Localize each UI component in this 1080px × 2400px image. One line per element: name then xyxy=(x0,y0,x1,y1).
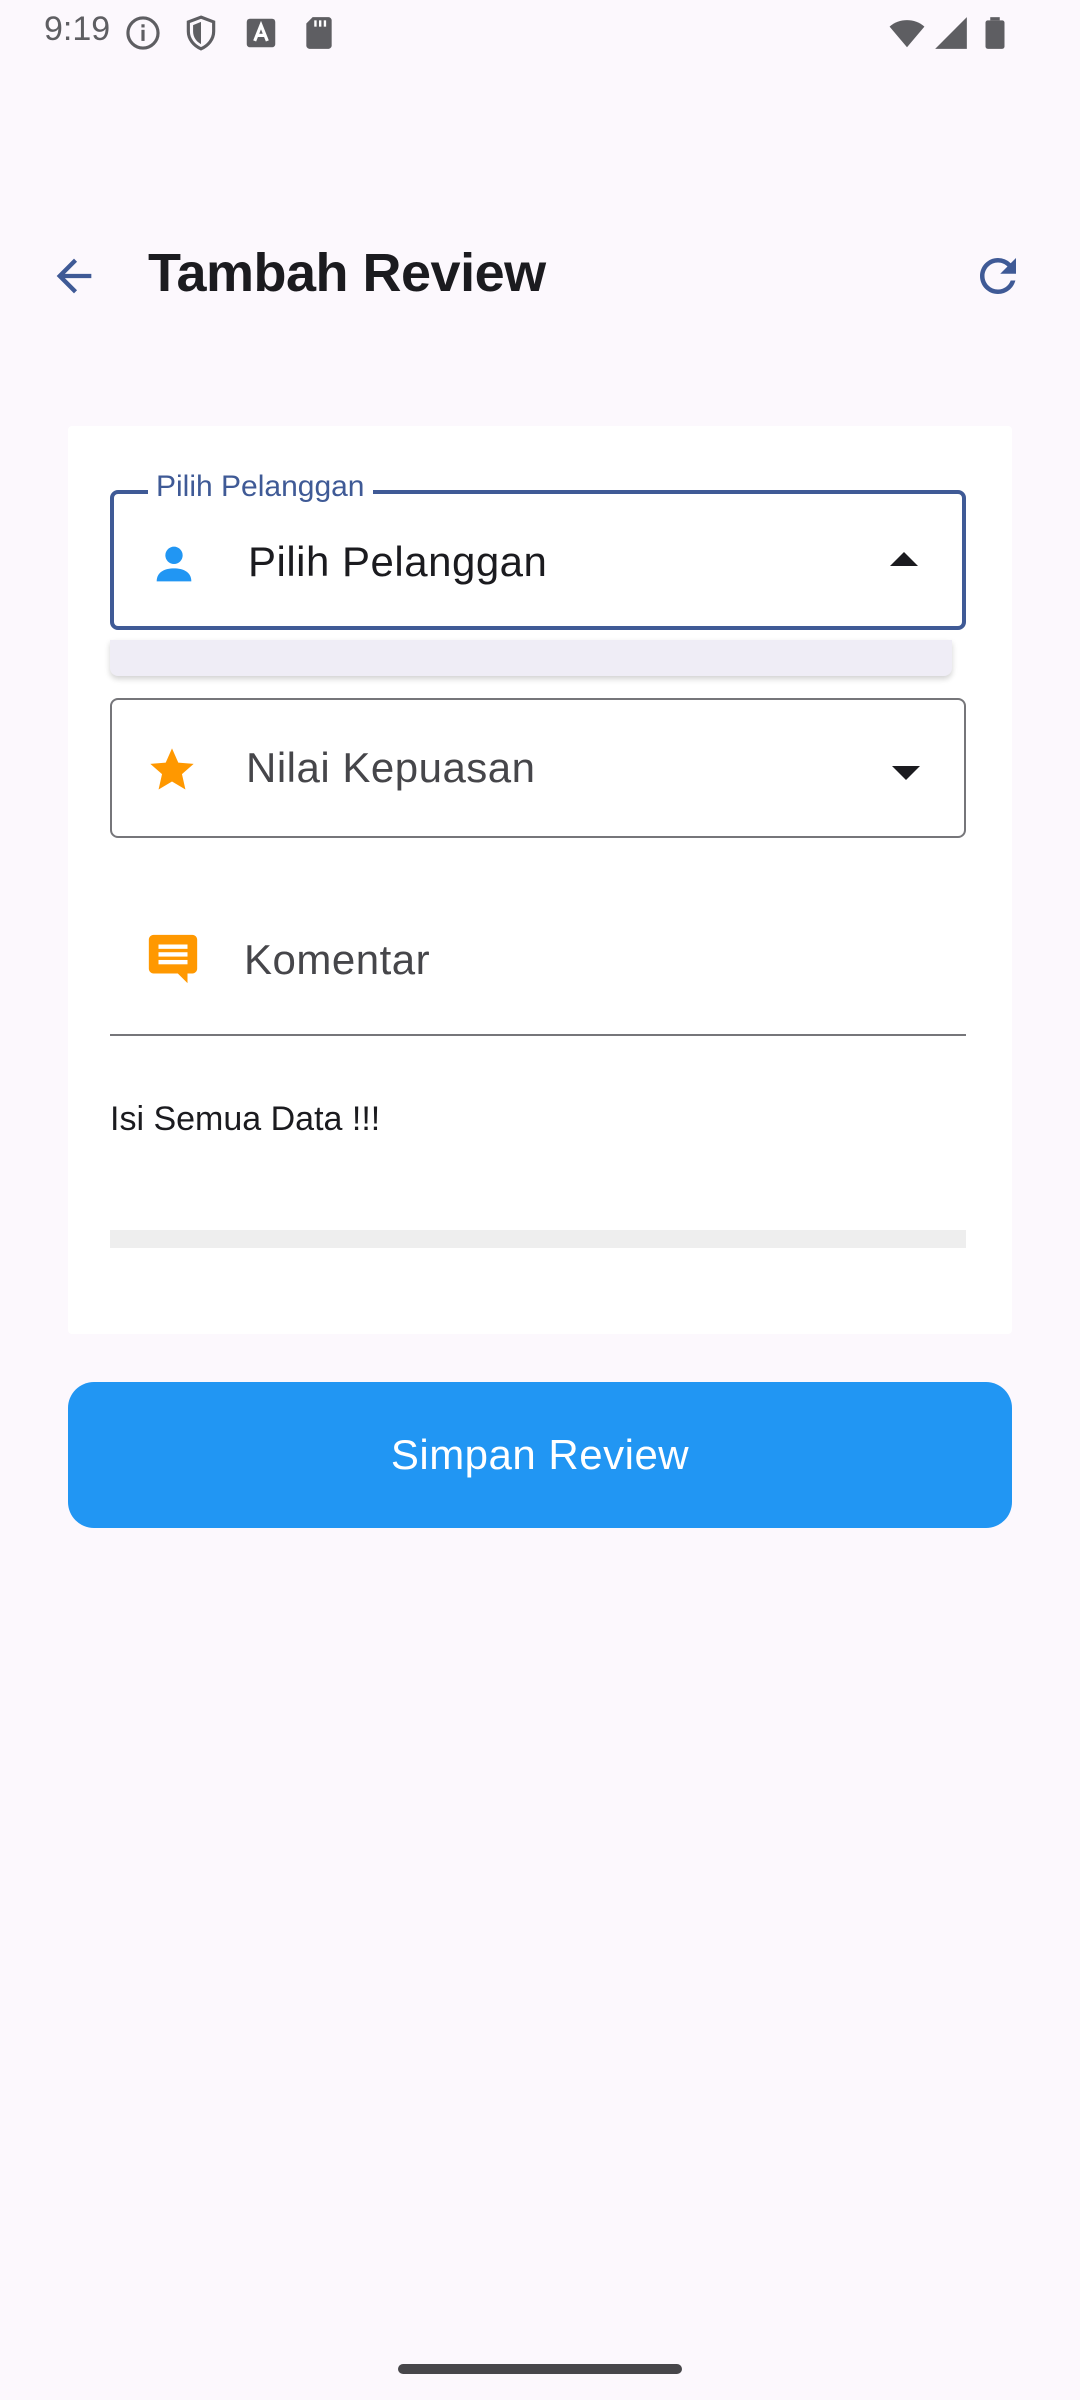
status-time: 9:19 xyxy=(44,10,111,48)
wifi-icon xyxy=(889,20,925,48)
comment-icon xyxy=(148,934,198,984)
page-title: Tambah Review xyxy=(148,243,546,303)
status-bar: 9:19 xyxy=(0,0,1080,64)
gesture-bar[interactable] xyxy=(398,2364,682,2374)
arrow-down-icon xyxy=(892,766,920,780)
progress-bar xyxy=(110,1230,966,1248)
shield-icon xyxy=(186,15,216,51)
review-form-card: Pilih Pelanggan Pilih Pelanggan Nilai Ke… xyxy=(68,426,1012,1334)
comment-placeholder: Komentar xyxy=(244,936,431,983)
error-message: Isi Semua Data !!! xyxy=(110,1100,381,1138)
customer-dropdown-label: Pilih Pelanggan xyxy=(148,470,373,504)
arrow-up-icon xyxy=(890,552,918,566)
app-bar: Tambah Review xyxy=(0,212,1080,336)
battery-icon xyxy=(985,17,1005,49)
customer-dropdown-value: Pilih Pelanggan xyxy=(248,538,548,585)
comment-field[interactable]: Komentar xyxy=(110,886,966,1036)
refresh-button[interactable] xyxy=(960,238,1036,314)
save-review-button[interactable]: Simpan Review xyxy=(68,1382,1012,1528)
customer-dropdown-menu xyxy=(110,640,952,676)
back-button[interactable] xyxy=(38,240,110,312)
person-icon xyxy=(156,546,192,582)
star-icon xyxy=(150,748,194,790)
sd-card-icon xyxy=(306,17,332,49)
rating-dropdown-value: Nilai Kepuasan xyxy=(246,744,536,791)
rating-dropdown[interactable]: Nilai Kepuasan xyxy=(110,698,966,838)
info-icon xyxy=(126,16,160,50)
customer-dropdown[interactable]: Pilih Pelanggan Pilih Pelanggan xyxy=(110,470,966,630)
font-icon xyxy=(246,18,276,48)
arrow-back-icon xyxy=(56,258,92,294)
refresh-icon xyxy=(980,258,1016,294)
signal-icon xyxy=(935,17,967,49)
